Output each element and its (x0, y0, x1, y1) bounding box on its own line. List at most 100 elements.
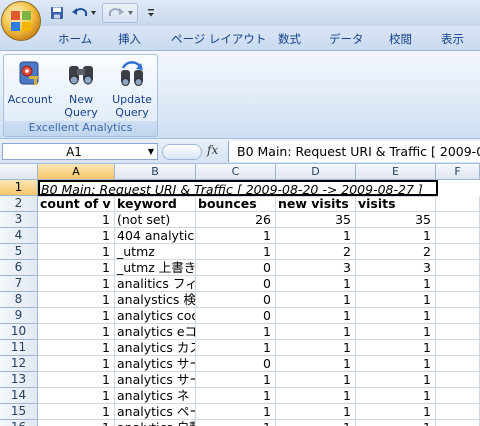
new-visits-cell[interactable]: 1 (276, 324, 356, 340)
empty-cell[interactable] (436, 356, 480, 372)
redo-icon[interactable] (102, 3, 138, 23)
row-header[interactable]: 1 (0, 180, 38, 196)
header-cell-new-visits[interactable]: new visits (276, 196, 356, 212)
keyword-cell[interactable]: analitics フィ (115, 276, 196, 292)
row-header[interactable]: 12 (0, 356, 38, 372)
row-header[interactable]: 11 (0, 340, 38, 356)
row-header[interactable]: 3 (0, 212, 38, 228)
visits-cell[interactable]: 1 (356, 404, 436, 420)
row-header[interactable]: 4 (0, 228, 38, 244)
keyword-cell[interactable]: analytics サー (115, 356, 196, 372)
bounces-cell[interactable]: 0 (196, 292, 276, 308)
count-cell[interactable]: 1 (38, 356, 115, 372)
visits-cell[interactable]: 1 (356, 292, 436, 308)
empty-cell[interactable] (436, 212, 480, 228)
formula-input[interactable]: B0 Main: Request URI & Traffic [ 2009-08… (228, 141, 480, 162)
count-cell[interactable]: 1 (38, 388, 115, 404)
empty-cell[interactable] (436, 292, 480, 308)
bounces-cell[interactable]: 1 (196, 388, 276, 404)
visits-cell[interactable]: 1 (356, 308, 436, 324)
office-button[interactable] (1, 1, 41, 41)
new-visits-cell[interactable]: 35 (276, 212, 356, 228)
save-icon[interactable] (48, 3, 66, 23)
row-header[interactable]: 14 (0, 388, 38, 404)
tab-view[interactable]: 表示 (441, 31, 464, 47)
visits-cell[interactable]: 1 (356, 324, 436, 340)
bounces-cell[interactable]: 0 (196, 276, 276, 292)
visits-cell[interactable]: 1 (356, 356, 436, 372)
bounces-cell[interactable]: 1 (196, 340, 276, 356)
row-header[interactable]: 10 (0, 324, 38, 340)
keyword-cell[interactable]: analystics 検 (115, 292, 196, 308)
customize-icon[interactable] (144, 3, 158, 23)
empty-cell[interactable] (436, 404, 480, 420)
visits-cell[interactable]: 1 (356, 388, 436, 404)
tab-insert[interactable]: 挿入 (118, 31, 141, 47)
column-header-e[interactable]: E (356, 164, 436, 180)
row-header[interactable]: 2 (0, 196, 38, 212)
visits-cell[interactable]: 1 (356, 340, 436, 356)
visits-cell[interactable]: 1 (356, 372, 436, 388)
keyword-cell[interactable]: analytics ペー (115, 404, 196, 420)
count-cell[interactable]: 1 (38, 340, 115, 356)
update-query-button[interactable]: Update Query (109, 57, 155, 123)
keyword-cell[interactable]: _utmz 上書き (115, 260, 196, 276)
empty-cell[interactable] (436, 308, 480, 324)
count-cell[interactable]: 1 (38, 228, 115, 244)
visits-cell[interactable]: 2 (356, 244, 436, 260)
row-header[interactable]: 8 (0, 292, 38, 308)
count-cell[interactable]: 1 (38, 420, 115, 426)
count-cell[interactable]: 1 (38, 372, 115, 388)
report-title-cell[interactable]: B0 Main: Request URI & Traffic [ 2009-08… (38, 180, 438, 197)
new-query-button[interactable]: New Query (58, 57, 104, 123)
count-cell[interactable]: 1 (38, 404, 115, 420)
visits-cell[interactable]: 1 (356, 276, 436, 292)
visits-cell[interactable]: 35 (356, 212, 436, 228)
empty-cell[interactable] (436, 260, 480, 276)
visits-cell[interactable]: 1 (356, 228, 436, 244)
new-visits-cell[interactable]: 1 (276, 308, 356, 324)
column-header-b[interactable]: B (115, 164, 196, 180)
keyword-cell[interactable]: analytics eコ (115, 324, 196, 340)
empty-cell[interactable] (436, 420, 480, 426)
count-cell[interactable]: 1 (38, 244, 115, 260)
undo-icon[interactable] (70, 3, 98, 23)
visits-cell[interactable]: 3 (356, 260, 436, 276)
row-header[interactable]: 6 (0, 260, 38, 276)
new-visits-cell[interactable]: 1 (276, 388, 356, 404)
empty-cell[interactable] (436, 276, 480, 292)
empty-cell[interactable] (436, 228, 480, 244)
select-all-corner[interactable] (0, 164, 38, 180)
bounces-cell[interactable]: 1 (196, 420, 276, 426)
count-cell[interactable]: 1 (38, 276, 115, 292)
keyword-cell[interactable]: (not set) (115, 212, 196, 228)
row-header[interactable]: 16 (0, 420, 38, 426)
bounces-cell[interactable]: 1 (196, 404, 276, 420)
row-header[interactable]: 15 (0, 404, 38, 420)
new-visits-cell[interactable]: 1 (276, 228, 356, 244)
new-visits-cell[interactable]: 1 (276, 420, 356, 426)
bounces-cell[interactable]: 1 (196, 244, 276, 260)
count-cell[interactable]: 1 (38, 308, 115, 324)
tab-formulas[interactable]: 数式 (278, 31, 301, 47)
new-visits-cell[interactable]: 1 (276, 356, 356, 372)
row-header[interactable]: 13 (0, 372, 38, 388)
keyword-cell[interactable]: analytics ネ (115, 388, 196, 404)
bounces-cell[interactable]: 1 (196, 372, 276, 388)
formula-bar-expand-handle[interactable] (162, 144, 202, 160)
bounces-cell[interactable]: 0 (196, 356, 276, 372)
header-cell-visits[interactable]: visits (356, 196, 436, 212)
empty-cell[interactable] (436, 196, 480, 212)
new-visits-cell[interactable]: 1 (276, 372, 356, 388)
keyword-cell[interactable]: analytics サー (115, 372, 196, 388)
tab-page-layout[interactable]: ページ レイアウト (171, 31, 266, 47)
empty-cell[interactable] (436, 388, 480, 404)
count-cell[interactable]: 1 (38, 212, 115, 228)
header-cell-keyword[interactable]: keyword (115, 196, 196, 212)
empty-cell[interactable] (436, 244, 480, 260)
keyword-cell[interactable]: analytics coo (115, 308, 196, 324)
bounces-cell[interactable]: 0 (196, 308, 276, 324)
name-box[interactable]: A1 ▼ (2, 143, 158, 160)
empty-cell[interactable] (436, 324, 480, 340)
empty-cell[interactable] (436, 340, 480, 356)
